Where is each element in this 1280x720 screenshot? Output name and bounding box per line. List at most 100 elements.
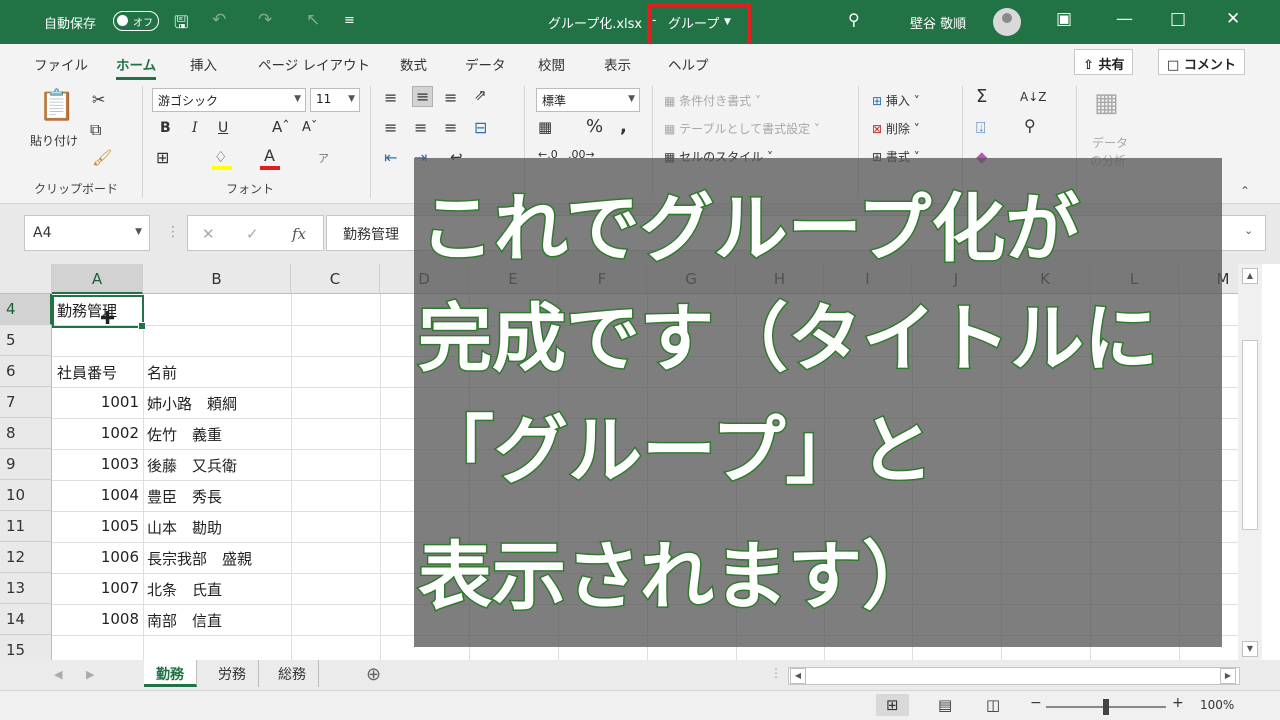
sheet-tab-soumu[interactable]: 総務 — [266, 660, 319, 687]
align-top-icon[interactable]: ≡ — [384, 88, 397, 107]
autosum-icon[interactable]: Σ — [976, 86, 987, 107]
close-icon[interactable]: ✕ — [1226, 9, 1240, 29]
cell-b6[interactable]: 名前 — [147, 356, 177, 387]
paste-label[interactable]: 貼り付け — [30, 132, 78, 149]
page-layout-view-icon[interactable]: ▤ — [938, 696, 952, 714]
redo-icon[interactable]: ↷ — [258, 10, 272, 30]
expand-formula-bar-icon[interactable]: ⌄ — [1244, 224, 1253, 237]
align-left-icon[interactable]: ≡ — [384, 118, 397, 137]
page-break-view-icon[interactable]: ◫ — [986, 696, 1000, 714]
scroll-down-icon[interactable]: ▼ — [1242, 641, 1258, 657]
comma-icon[interactable]: , — [620, 116, 627, 137]
tab-formulas[interactable]: 数式 — [400, 54, 427, 74]
next-sheet-icon[interactable]: ▶ — [86, 668, 94, 681]
employee-id[interactable]: 1006 — [52, 542, 139, 573]
percent-icon[interactable]: % — [586, 116, 603, 137]
analyze-data-icon[interactable]: ▦ — [1094, 88, 1119, 118]
save-icon[interactable]: 🖫 — [174, 10, 188, 39]
insert-function-icon[interactable]: fx — [292, 225, 306, 243]
scroll-split-icon[interactable]: ⋮ — [770, 666, 782, 680]
tab-page-layout[interactable]: ページ レイアウト — [258, 54, 370, 74]
align-right-icon[interactable]: ≡ — [444, 118, 457, 137]
zoom-out-button[interactable]: − — [1030, 695, 1042, 711]
find-icon[interactable]: ⚲ — [1024, 116, 1036, 135]
row-header[interactable]: 7 — [0, 387, 52, 418]
enter-icon[interactable]: ✓ — [246, 225, 259, 243]
employee-id[interactable]: 1007 — [52, 573, 139, 604]
avatar[interactable] — [993, 8, 1021, 36]
select-all-button[interactable] — [0, 264, 52, 294]
autosave-toggle[interactable]: オフ — [113, 11, 159, 31]
employee-id[interactable]: 1004 — [52, 480, 139, 511]
delete-cells-button[interactable]: ⊠ 削除 ˅ — [872, 120, 920, 137]
vertical-scroll-thumb[interactable] — [1242, 340, 1258, 530]
tab-view[interactable]: 表示 — [604, 54, 631, 74]
row-header[interactable]: 11 — [0, 511, 52, 542]
column-header[interactable]: C — [291, 264, 380, 294]
search-icon[interactable]: ⚲ — [848, 10, 860, 29]
underline-button[interactable]: U — [218, 120, 228, 136]
increase-font-icon[interactable]: Aˆ — [272, 118, 290, 136]
bold-button[interactable]: B — [160, 120, 171, 136]
add-sheet-icon[interactable]: ⊕ — [366, 664, 381, 685]
sheet-tab-roumu[interactable]: 労務 — [206, 660, 259, 687]
cancel-icon[interactable]: ✕ — [202, 225, 215, 243]
tab-help[interactable]: ヘルプ — [668, 54, 709, 74]
phonetic-icon[interactable]: ア — [318, 150, 329, 166]
scroll-right-icon[interactable]: ▶ — [1220, 668, 1236, 684]
employee-name[interactable]: 豊臣 秀長 — [147, 480, 222, 511]
fill-icon[interactable]: ⍗ — [976, 118, 986, 138]
sheet-tab-kinmu[interactable]: 勤務 — [144, 660, 197, 687]
borders-icon[interactable]: ⊞ — [156, 148, 169, 167]
align-middle-icon[interactable]: ≡ — [412, 86, 434, 107]
zoom-level[interactable]: 100% — [1200, 698, 1234, 712]
minimize-icon[interactable]: — — [1116, 9, 1133, 29]
row-header[interactable]: 15 — [0, 635, 52, 660]
employee-id[interactable]: 1002 — [52, 418, 139, 449]
row-header[interactable]: 14 — [0, 604, 52, 635]
maximize-icon[interactable]: □ — [1170, 9, 1186, 29]
employee-id[interactable]: 1005 — [52, 511, 139, 542]
comment-button[interactable]: □ コメント — [1158, 49, 1245, 75]
orientation-icon[interactable]: ⇗ — [474, 86, 487, 104]
font-size-select[interactable]: 11 ▼ — [310, 88, 360, 112]
employee-name[interactable]: 山本 勘助 — [147, 511, 222, 542]
scroll-up-icon[interactable]: ▲ — [1242, 268, 1258, 284]
zoom-in-button[interactable]: + — [1172, 695, 1184, 711]
undo-icon[interactable]: ↶ — [212, 10, 226, 30]
share-button[interactable]: ⇧ 共有 — [1074, 49, 1134, 75]
tab-review[interactable]: 校閲 — [538, 54, 565, 74]
decrease-indent-icon[interactable]: ⇤ — [384, 148, 397, 167]
normal-view-icon[interactable]: ⊞ — [876, 694, 909, 716]
tab-insert[interactable]: 挿入 — [190, 54, 217, 74]
employee-id[interactable]: 1001 — [52, 387, 139, 418]
decrease-font-icon[interactable]: Aˇ — [302, 120, 317, 135]
column-header[interactable]: A — [52, 264, 143, 294]
touch-mode-icon[interactable]: ↖ — [306, 10, 320, 30]
row-header[interactable]: 10 — [0, 480, 52, 511]
fill-color-icon[interactable]: ♢ — [214, 148, 227, 166]
name-box[interactable]: A4 ▼ — [24, 215, 150, 251]
copy-icon[interactable]: ⧉ — [90, 120, 101, 140]
cut-icon[interactable]: ✂ — [92, 90, 105, 109]
analyze-data-label1[interactable]: データ — [1092, 134, 1128, 151]
merge-center-icon[interactable]: ⊟ — [474, 118, 487, 137]
employee-id[interactable]: 1008 — [52, 604, 139, 635]
employee-name[interactable]: 後藤 又兵衛 — [147, 449, 237, 480]
tab-data[interactable]: データ — [465, 54, 506, 74]
tab-file[interactable]: ファイル — [34, 54, 88, 74]
currency-icon[interactable]: ▦ — [538, 118, 552, 136]
format-as-table-button[interactable]: ▦ テーブルとして書式設定 ˅ — [664, 120, 820, 137]
italic-button[interactable]: I — [192, 120, 198, 136]
insert-cells-button[interactable]: ⊞ 挿入 ˅ — [872, 92, 920, 109]
row-header[interactable]: 4 — [0, 294, 52, 325]
conditional-format-button[interactable]: ▦ 条件付き書式 ˅ — [664, 92, 761, 109]
employee-name[interactable]: 姉小路 頼綱 — [147, 387, 237, 418]
horizontal-scrollbar[interactable] — [788, 667, 1240, 685]
format-painter-icon[interactable]: 🖌 — [92, 148, 112, 167]
font-color-icon[interactable]: A — [264, 146, 275, 165]
employee-name[interactable]: 佐竹 義重 — [147, 418, 222, 449]
scroll-left-icon[interactable]: ◀ — [790, 668, 806, 684]
row-header[interactable]: 12 — [0, 542, 52, 573]
customize-qat-icon[interactable]: ≡ — [344, 13, 355, 28]
